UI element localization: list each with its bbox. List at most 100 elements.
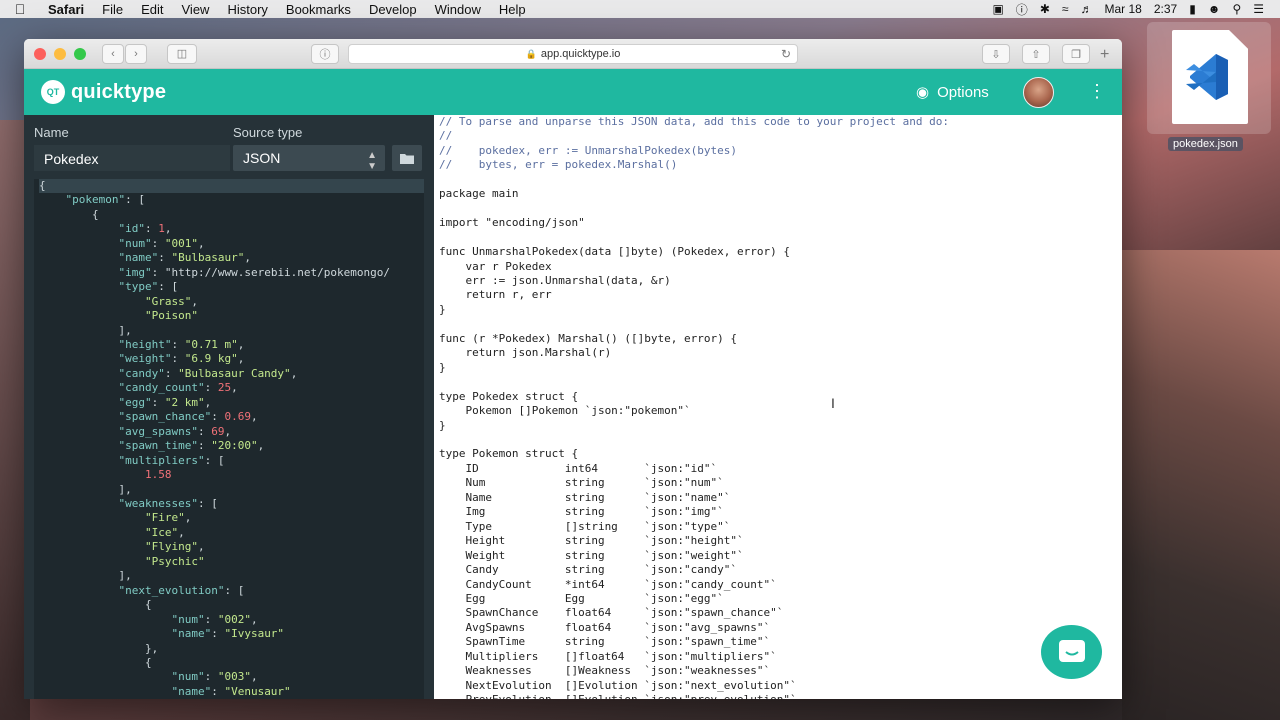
bluetooth-icon[interactable]: ✱	[1034, 2, 1056, 16]
menu-help[interactable]: Help	[490, 2, 535, 17]
address-url: app.quicktype.io	[540, 48, 621, 60]
code-line: return r, err	[439, 288, 552, 302]
json-line: "id": 1,	[118, 222, 172, 236]
minimize-window-button[interactable]	[54, 47, 66, 60]
more-menu-icon[interactable]: ⋮	[1088, 81, 1106, 101]
name-label: Name	[34, 125, 69, 140]
battery-icon[interactable]: ▮	[1183, 2, 1202, 16]
code-line: func UnmarshalPokedex(data []byte) (Poke…	[439, 245, 790, 259]
eye-off-icon: ◉	[916, 84, 930, 101]
chat-icon	[1058, 640, 1085, 662]
code-line: Num string `json:"num"`	[439, 476, 724, 490]
folder-icon	[400, 153, 414, 164]
json-line: ],	[39, 569, 132, 583]
user-avatar[interactable]	[1023, 77, 1054, 108]
menu-window[interactable]: Window	[426, 2, 490, 17]
code-line: CandyCount *int64 `json:"candy_count"`	[439, 577, 777, 591]
menu-date[interactable]: Mar 18	[1098, 2, 1147, 16]
menu-edit[interactable]: Edit	[132, 2, 172, 17]
tabs-button[interactable]: ❐	[1062, 44, 1090, 64]
forward-button[interactable]: ›	[125, 43, 147, 64]
json-line: 1.58	[144, 468, 172, 482]
open-file-button[interactable]	[392, 145, 422, 171]
wifi-icon[interactable]: ≈	[1056, 2, 1075, 16]
code-line: }	[439, 302, 446, 316]
options-label: Options	[937, 83, 989, 101]
json-line: ],	[39, 323, 132, 337]
spotlight-icon[interactable]: ⚲	[1226, 2, 1247, 16]
window-toolbar: ‹ › ◫ ⓘ 🔒 app.quicktype.io ↻ ⇩ ⇧ ❐ +	[24, 39, 1122, 69]
source-type-select[interactable]: JSON ▲ ▼	[233, 145, 385, 172]
code-line: return json.Marshal(r)	[439, 346, 612, 360]
json-line: "num": "002",	[171, 612, 258, 626]
menu-history[interactable]: History	[218, 2, 276, 17]
privacy-icon[interactable]: ⓘ	[311, 44, 339, 64]
json-line: "candy": "Bulbasaur Candy",	[118, 366, 298, 380]
close-window-button[interactable]	[34, 47, 46, 60]
downloads-button[interactable]: ⇩	[982, 44, 1010, 64]
menu-develop[interactable]: Develop	[360, 2, 426, 17]
json-line: "Fire",	[144, 511, 192, 525]
sidebar-toggle-button[interactable]: ◫	[167, 43, 197, 64]
code-comment-line: // To parse and unparse this JSON data, …	[439, 115, 949, 128]
user-icon[interactable]: ☻	[1202, 2, 1227, 16]
code-line: Egg Egg `json:"egg"`	[439, 591, 724, 605]
code-line: err := json.Unmarshal(data, &r)	[439, 273, 671, 287]
json-line: "img": "http://www.serebii.net/pokemongo…	[118, 265, 391, 279]
notification-center-icon[interactable]: ☰	[1247, 2, 1270, 16]
quicktype-logo[interactable]: QT	[41, 80, 65, 104]
json-line: "Flying",	[144, 540, 205, 554]
code-line: Multipliers []float64 `json:"multipliers…	[439, 649, 777, 663]
menu-view[interactable]: View	[173, 2, 219, 17]
vscode-file-icon[interactable]	[1172, 30, 1248, 124]
back-button[interactable]: ‹	[102, 43, 124, 64]
code-line: NextEvolution []Evolution `json:"next_ev…	[439, 678, 797, 692]
json-line: {	[39, 598, 152, 612]
json-line: "Psychic"	[144, 554, 205, 568]
options-button[interactable]: ◉ Options	[916, 69, 989, 115]
reload-icon[interactable]: ↻	[781, 47, 791, 61]
code-line: Name string `json:"name"`	[439, 490, 731, 504]
code-line: Candy string `json:"candy"`	[439, 563, 738, 577]
share-button[interactable]: ⇧	[1022, 44, 1050, 64]
json-line: "name": "Ivysaur"	[171, 627, 285, 641]
json-line: {	[39, 179, 424, 194]
source-pane: Name Source type Pokedex JSON ▲ ▼ { "poke…	[24, 115, 434, 699]
code-line: func (r *Pokedex) Marshal() ([]byte, err…	[439, 331, 738, 345]
code-line: Height string `json:"height"`	[439, 534, 744, 548]
json-editor[interactable]: { "pokemon": [ { "id": 1, "num": "001", …	[34, 179, 424, 699]
menu-time[interactable]: 2:37	[1148, 2, 1183, 16]
code-line: var r Pokedex	[439, 259, 552, 273]
code-line: }	[439, 418, 446, 432]
code-line: PrevEvolution []Evolution `json:"prev_ev…	[439, 693, 1122, 699]
zoom-window-button[interactable]	[74, 47, 86, 60]
json-line: "spawn_chance": 0.69,	[118, 410, 258, 424]
chat-button[interactable]	[1041, 625, 1102, 679]
json-line: "next_evolution": [	[118, 583, 245, 597]
code-line: import "encoding/json"	[439, 216, 585, 230]
name-input[interactable]: Pokedex	[34, 145, 230, 171]
info-icon[interactable]: ⓘ	[1010, 1, 1034, 18]
menu-app-name[interactable]: Safari	[40, 2, 93, 17]
json-line: "name": "Bulbasaur",	[118, 251, 251, 265]
json-line: {	[39, 655, 152, 669]
screen-icon[interactable]: ▣	[986, 2, 1009, 16]
menu-file[interactable]: File	[93, 2, 132, 17]
code-line: }	[439, 360, 446, 374]
json-line: },	[39, 641, 159, 655]
source-type-value: JSON	[243, 150, 281, 166]
address-bar[interactable]: 🔒 app.quicktype.io ↻	[348, 44, 798, 64]
volume-icon[interactable]: ♬	[1074, 2, 1098, 16]
code-comment-line: // bytes, err = pokedex.Marshal()	[439, 158, 678, 172]
code-output[interactable]: // To parse and unparse this JSON data, …	[434, 115, 1122, 699]
apple-icon[interactable]: 	[0, 1, 40, 17]
desktop-file-label[interactable]: pokedex.json	[1168, 137, 1243, 151]
json-line: "avg_spawns": 69,	[118, 424, 232, 438]
brand-name[interactable]: quicktype	[71, 81, 166, 104]
menu-bar:  Safari File Edit View History Bookmark…	[0, 0, 1280, 18]
new-tab-button[interactable]: +	[1100, 46, 1109, 64]
menu-bookmarks[interactable]: Bookmarks	[277, 2, 360, 17]
